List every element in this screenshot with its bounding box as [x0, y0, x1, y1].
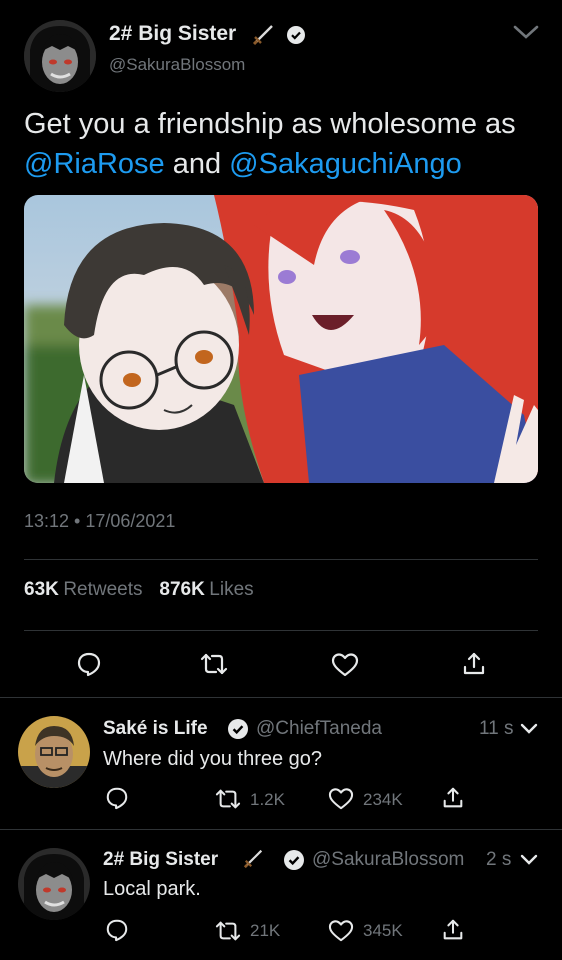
verified-icon	[287, 26, 305, 44]
reply-like-count[interactable]: 234K	[363, 790, 403, 810]
reply-author-handle[interactable]: @ChiefTaneda	[256, 718, 382, 740]
tweet-timestamp[interactable]: 13:12 • 17/06/2021	[24, 511, 175, 532]
reply-icon[interactable]	[105, 918, 129, 942]
divider	[24, 559, 538, 560]
tweet-text: Get you a friendship as wholesome as @Ri…	[24, 104, 544, 184]
like-icon[interactable]	[328, 787, 354, 811]
reply-time[interactable]: 11 s	[479, 718, 514, 740]
reply-icon[interactable]	[76, 651, 102, 677]
divider	[0, 829, 562, 830]
reply-icon[interactable]	[105, 786, 129, 810]
reply-retweet-count[interactable]: 1.2K	[250, 790, 285, 810]
mention-sakaguchiango[interactable]: @SakaguchiAngo	[229, 148, 462, 180]
tweet-text-part: Get you a friendship as wholesome as	[24, 108, 516, 140]
verified-icon	[228, 719, 248, 739]
reply-like-count[interactable]: 345K	[363, 921, 403, 941]
author-avatar[interactable]	[24, 20, 96, 92]
divider	[0, 697, 562, 698]
retweet-icon[interactable]	[215, 919, 241, 943]
reply-avatar[interactable]	[18, 848, 90, 920]
retweet-icon[interactable]	[215, 787, 241, 811]
chevron-down-icon[interactable]	[519, 853, 539, 867]
reply-time[interactable]: 2 s	[486, 849, 511, 871]
likes-count[interactable]: 876K	[159, 579, 204, 600]
verified-icon	[284, 850, 304, 870]
reply-author-name[interactable]: 2# Big Sister	[103, 849, 218, 871]
divider	[24, 630, 538, 631]
reply-avatar[interactable]	[18, 716, 90, 788]
share-icon[interactable]	[441, 786, 465, 810]
retweets-label[interactable]: Retweets	[63, 579, 142, 600]
like-icon[interactable]	[328, 919, 354, 943]
share-icon[interactable]	[461, 651, 487, 677]
sword-icon	[252, 25, 273, 46]
share-icon[interactable]	[441, 918, 465, 942]
reply-text: Where did you three go?	[103, 748, 323, 770]
reply-author-handle[interactable]: @SakuraBlossom	[312, 849, 464, 871]
likes-label[interactable]: Likes	[209, 579, 253, 600]
retweet-icon[interactable]	[200, 651, 228, 677]
tweet-stats: 63K Retweets 876K Likes	[24, 579, 254, 601]
chevron-down-icon[interactable]	[519, 722, 539, 736]
reply-retweet-count[interactable]: 21K	[250, 921, 280, 941]
chevron-down-icon[interactable]	[512, 22, 540, 42]
tweet-text-part: and	[164, 148, 230, 180]
mention-riarose[interactable]: @RiaRose	[24, 148, 165, 180]
author-handle[interactable]: @SakuraBlossom	[109, 55, 245, 75]
reply-author-name[interactable]: Saké is Life	[103, 718, 208, 740]
author-name[interactable]: 2# Big Sister	[109, 22, 236, 46]
sword-icon	[243, 849, 263, 869]
tweet-image[interactable]	[24, 195, 538, 483]
retweets-count[interactable]: 63K	[24, 579, 59, 600]
like-icon[interactable]	[331, 652, 359, 678]
reply-text: Local park.	[103, 878, 201, 900]
